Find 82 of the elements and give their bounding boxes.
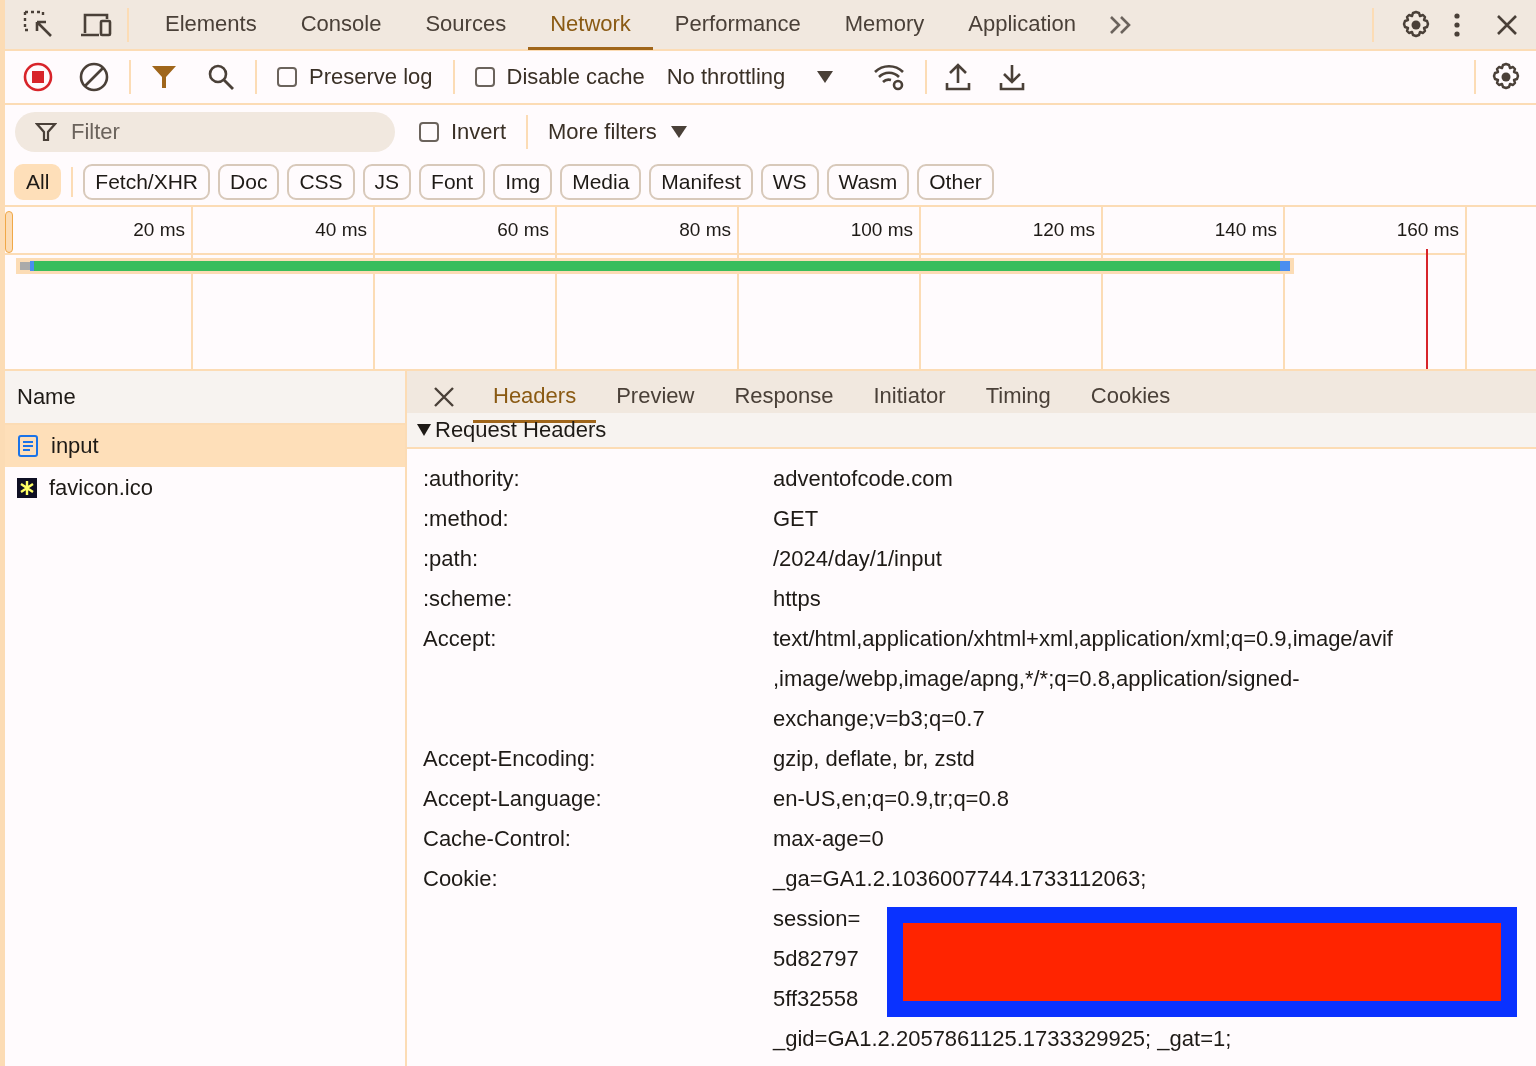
header-name: Cookie:	[423, 865, 499, 893]
panel-tab[interactable]: Network	[528, 1, 653, 50]
checkbox[interactable]	[277, 67, 297, 87]
type-filter-chip[interactable]: Other	[917, 164, 994, 200]
header-value: _ga=GA1.2.1036007744.1733112063;	[773, 865, 1148, 893]
type-filter-chip[interactable]: JS	[362, 164, 412, 200]
funnel-icon[interactable]	[151, 64, 177, 90]
type-filter-chip[interactable]: Media	[560, 164, 642, 200]
header-name: :authority:	[423, 465, 521, 493]
close-icon[interactable]	[1496, 13, 1518, 36]
header-value: session=	[773, 905, 862, 933]
time-tick-label: 140 ms	[1214, 219, 1277, 241]
checkbox-label: Preserve log	[309, 64, 433, 90]
more-options-icon[interactable]	[1454, 12, 1460, 37]
section-header[interactable]: Request Headers	[407, 413, 1536, 449]
search-icon[interactable]	[207, 63, 235, 91]
header-name: :path:	[423, 545, 480, 573]
type-filter-chip[interactable]: Fetch/XHR	[83, 164, 211, 200]
header-value: GET	[773, 505, 819, 533]
time-tick-label: 40 ms	[315, 219, 367, 241]
dropdown-caret-icon[interactable]	[670, 126, 687, 138]
checkbox[interactable]	[474, 67, 495, 87]
checkbox[interactable]	[419, 122, 439, 142]
type-filter-chip[interactable]: Img	[493, 164, 553, 200]
header-value: https	[773, 585, 821, 613]
header-value: adventofcode.com	[773, 465, 953, 493]
type-filter-chip[interactable]: CSS	[287, 164, 355, 200]
type-filter-chip[interactable]: Wasm	[826, 164, 910, 200]
checkbox-label: Invert	[451, 119, 507, 145]
header-value: en-US,en;q=0.9,tr;q=0.8	[773, 785, 1010, 813]
upload-icon[interactable]	[945, 63, 972, 91]
request-name: favicon.ico	[49, 475, 153, 501]
header-value: max-age=0	[773, 825, 884, 853]
header-value: _gid=GA1.2.2057861125.1733329925; _gat=1;	[773, 1025, 1232, 1053]
type-filter-chip[interactable]: WS	[760, 164, 819, 200]
range-handle[interactable]	[5, 211, 13, 253]
time-tick-label: 120 ms	[1032, 219, 1095, 241]
header-name: Accept-Language:	[423, 785, 603, 813]
header-value: gzip, deflate, br, zstd	[773, 745, 975, 773]
funnel-icon	[35, 121, 57, 143]
header-value: ,image/webp,image/apng,*/*;q=0.8,application/signed-	[773, 665, 1301, 693]
panel-tab[interactable]: Performance	[652, 1, 823, 50]
expand-triangle-icon[interactable]	[417, 424, 431, 436]
panel-tab[interactable]: Console	[278, 1, 404, 50]
close-icon[interactable]	[433, 386, 455, 408]
header-value: /2024/day/1/input	[773, 545, 942, 573]
panel-tab[interactable]: Memory	[822, 1, 947, 50]
header-value: 5d82797	[773, 945, 860, 973]
type-filter-chip[interactable]: All	[14, 164, 62, 200]
document-icon	[17, 434, 39, 458]
panel-tab[interactable]: Application	[946, 1, 1098, 50]
download-icon[interactable]	[999, 63, 1026, 91]
star-icon	[17, 478, 37, 498]
header-name: Accept:	[423, 625, 498, 653]
header-name: :method:	[423, 505, 510, 533]
type-filter-chip[interactable]: Doc	[218, 164, 280, 200]
more-filters-dropdown[interactable]: More filters	[548, 119, 687, 145]
request-row[interactable]: input	[5, 425, 405, 467]
header-name: Accept-Encoding:	[423, 745, 597, 773]
type-filter-chip[interactable]: Manifest	[649, 164, 753, 200]
time-tick-label: 20 ms	[133, 219, 185, 241]
time-tick-label: 60 ms	[497, 219, 549, 241]
column-header[interactable]: Name	[5, 371, 405, 425]
header-value: 5ff32558	[773, 985, 860, 1013]
record-icon[interactable]	[23, 62, 53, 92]
time-tick-label: 100 ms	[850, 219, 913, 241]
type-filter-chip[interactable]: Font	[419, 164, 486, 200]
header-name: :scheme:	[423, 585, 514, 613]
panel-tab[interactable]: Sources	[403, 1, 529, 50]
panel-tab[interactable]: Elements	[143, 1, 279, 50]
filter-field[interactable]: Filter	[15, 112, 395, 152]
header-value: text/html,application/xhtml+xml,application/xml;q=0.9,image/avif	[773, 625, 1393, 653]
header-value: exchange;v=b3;q=0.7	[773, 705, 986, 733]
throttling-dropdown[interactable]: No throttling	[666, 64, 834, 90]
clear-icon[interactable]	[79, 62, 109, 92]
dropdown-caret-icon[interactable]	[817, 71, 834, 83]
checkbox-label: Disable cache	[506, 64, 645, 90]
time-tick-label: 80 ms	[679, 219, 731, 241]
time-tick-label: 160 ms	[1396, 219, 1459, 241]
header-name: Cache-Control:	[423, 825, 572, 853]
request-row[interactable]: favicon.ico	[5, 467, 405, 509]
request-name: input	[51, 433, 99, 459]
